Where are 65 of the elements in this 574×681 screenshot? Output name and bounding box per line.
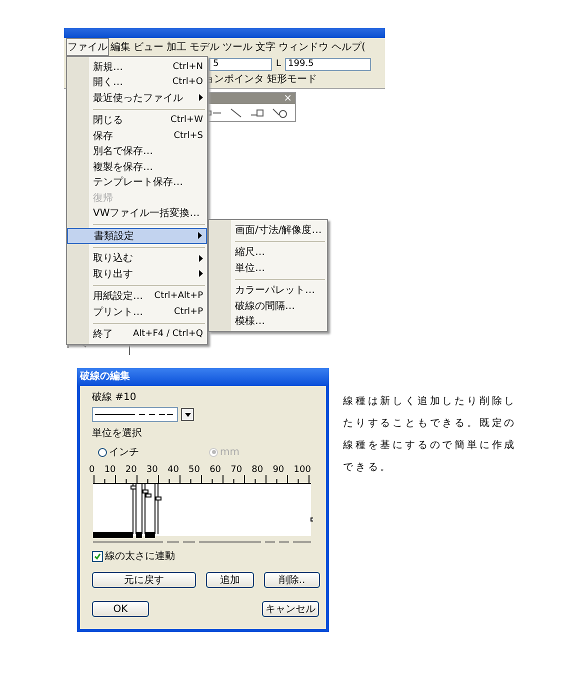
menu-bar-item[interactable]: ヘルプ(: [330, 38, 367, 56]
ruler-label: 50: [188, 465, 200, 475]
dash-preview-icon: [95, 413, 173, 416]
ruler-label: 0: [89, 465, 95, 475]
ruler-label: 60: [210, 465, 222, 475]
shortcut-text: Alt+F4 / Ctrl+Q: [132, 329, 203, 340]
field-label: L: [276, 59, 282, 69]
shortcut-text: Ctrl+S: [174, 130, 203, 141]
menu-bar-item[interactable]: 文字: [254, 38, 277, 56]
shortcut-text: Ctrl+O: [172, 77, 203, 88]
unit-label: 単位を選択: [92, 427, 143, 440]
menu-item[interactable]: 別名で保存…: [67, 144, 207, 159]
menu-item[interactable]: 終了 Alt+F4 / Ctrl+Q: [67, 326, 207, 342]
menu-item[interactable]: カラーパレット…: [209, 282, 327, 298]
dialog-button[interactable]: 元に戻す: [92, 572, 196, 588]
input-field[interactable]: 5: [209, 58, 272, 70]
menu-bar-item[interactable]: ビュー: [132, 38, 165, 56]
menu-item[interactable]: 用紙設定… Ctrl+Alt+P: [67, 288, 207, 304]
menu-item[interactable]: 複製を保存…: [67, 159, 207, 174]
menu-item[interactable]: 最近使ったファイル: [67, 90, 207, 106]
menu-bar-item[interactable]: ウィンドウ: [277, 38, 330, 56]
menu-item[interactable]: 単位…: [209, 260, 327, 276]
link-checkbox[interactable]: 線の太さに連動: [92, 549, 326, 563]
menu-bar-item[interactable]: ファイル: [66, 38, 109, 56]
menu-item[interactable]: 模様…: [209, 314, 327, 329]
menu-item[interactable]: 新規… Ctrl+N: [67, 59, 207, 74]
shortcut-text: Ctrl+W: [170, 115, 203, 126]
menu-item[interactable]: プリント… Ctrl+P: [67, 304, 207, 320]
menu-item[interactable]: 取り込む: [67, 250, 207, 266]
ruler-label: 90: [272, 465, 284, 475]
dialog-button[interactable]: 削除..: [264, 572, 320, 588]
dialog-button[interactable]: OK: [92, 601, 149, 617]
line-style-dropdown[interactable]: [92, 407, 178, 422]
dialog-title: 破線の編集: [77, 368, 329, 386]
ruler-label: 20: [125, 465, 137, 475]
input-field[interactable]: 199.5: [285, 58, 372, 70]
menu-item[interactable]: 開く… Ctrl+O: [67, 74, 207, 90]
menu-bar-item[interactable]: モデル: [188, 38, 221, 56]
menu-bar-item[interactable]: 加工: [165, 38, 188, 56]
ruler-label: 30: [146, 465, 158, 475]
menu-bar-item[interactable]: ツール: [221, 38, 254, 56]
shortcut-text: Ctrl+Alt+P: [154, 291, 203, 302]
menu-item[interactable]: テンプレート保存…: [67, 174, 207, 190]
shortcut-text: Ctrl+P: [174, 306, 203, 317]
menu-item[interactable]: 画面/寸法/解像度…: [209, 222, 327, 238]
menu-item[interactable]: 書類設定: [67, 228, 207, 244]
menu-item[interactable]: 縮尺…: [209, 244, 327, 260]
menu-item[interactable]: 保存 Ctrl+S: [67, 128, 207, 144]
menu-item[interactable]: 閉じる Ctrl+W: [67, 112, 207, 128]
menu-bar-item[interactable]: 編集: [109, 38, 132, 56]
unit-radio[interactable]: インチ: [98, 445, 139, 459]
menu-item[interactable]: VWファイル一括変換…: [67, 206, 207, 221]
ruler-label: 10: [104, 465, 116, 475]
checkmark-icon: [94, 552, 101, 560]
dash-name-label: 破線 #10: [92, 390, 138, 404]
ruler-label: 100: [294, 465, 311, 475]
dialog-button[interactable]: キャンセル: [262, 601, 319, 617]
dialog-button[interactable]: 追加: [206, 572, 254, 588]
menu-item[interactable]: 取り出す: [67, 266, 207, 282]
ruler-label: 40: [167, 465, 179, 475]
ruler-label: 80: [252, 465, 264, 475]
note-paragraph: 線種は新しく追加したり削除したりすることもできる。既定の線種を基にするので簡単に作成できる。: [343, 394, 518, 475]
shortcut-text: Ctrl+N: [172, 62, 203, 72]
menu-item[interactable]: 破線の間隔…: [209, 298, 327, 314]
ruler-label: 70: [230, 465, 242, 475]
